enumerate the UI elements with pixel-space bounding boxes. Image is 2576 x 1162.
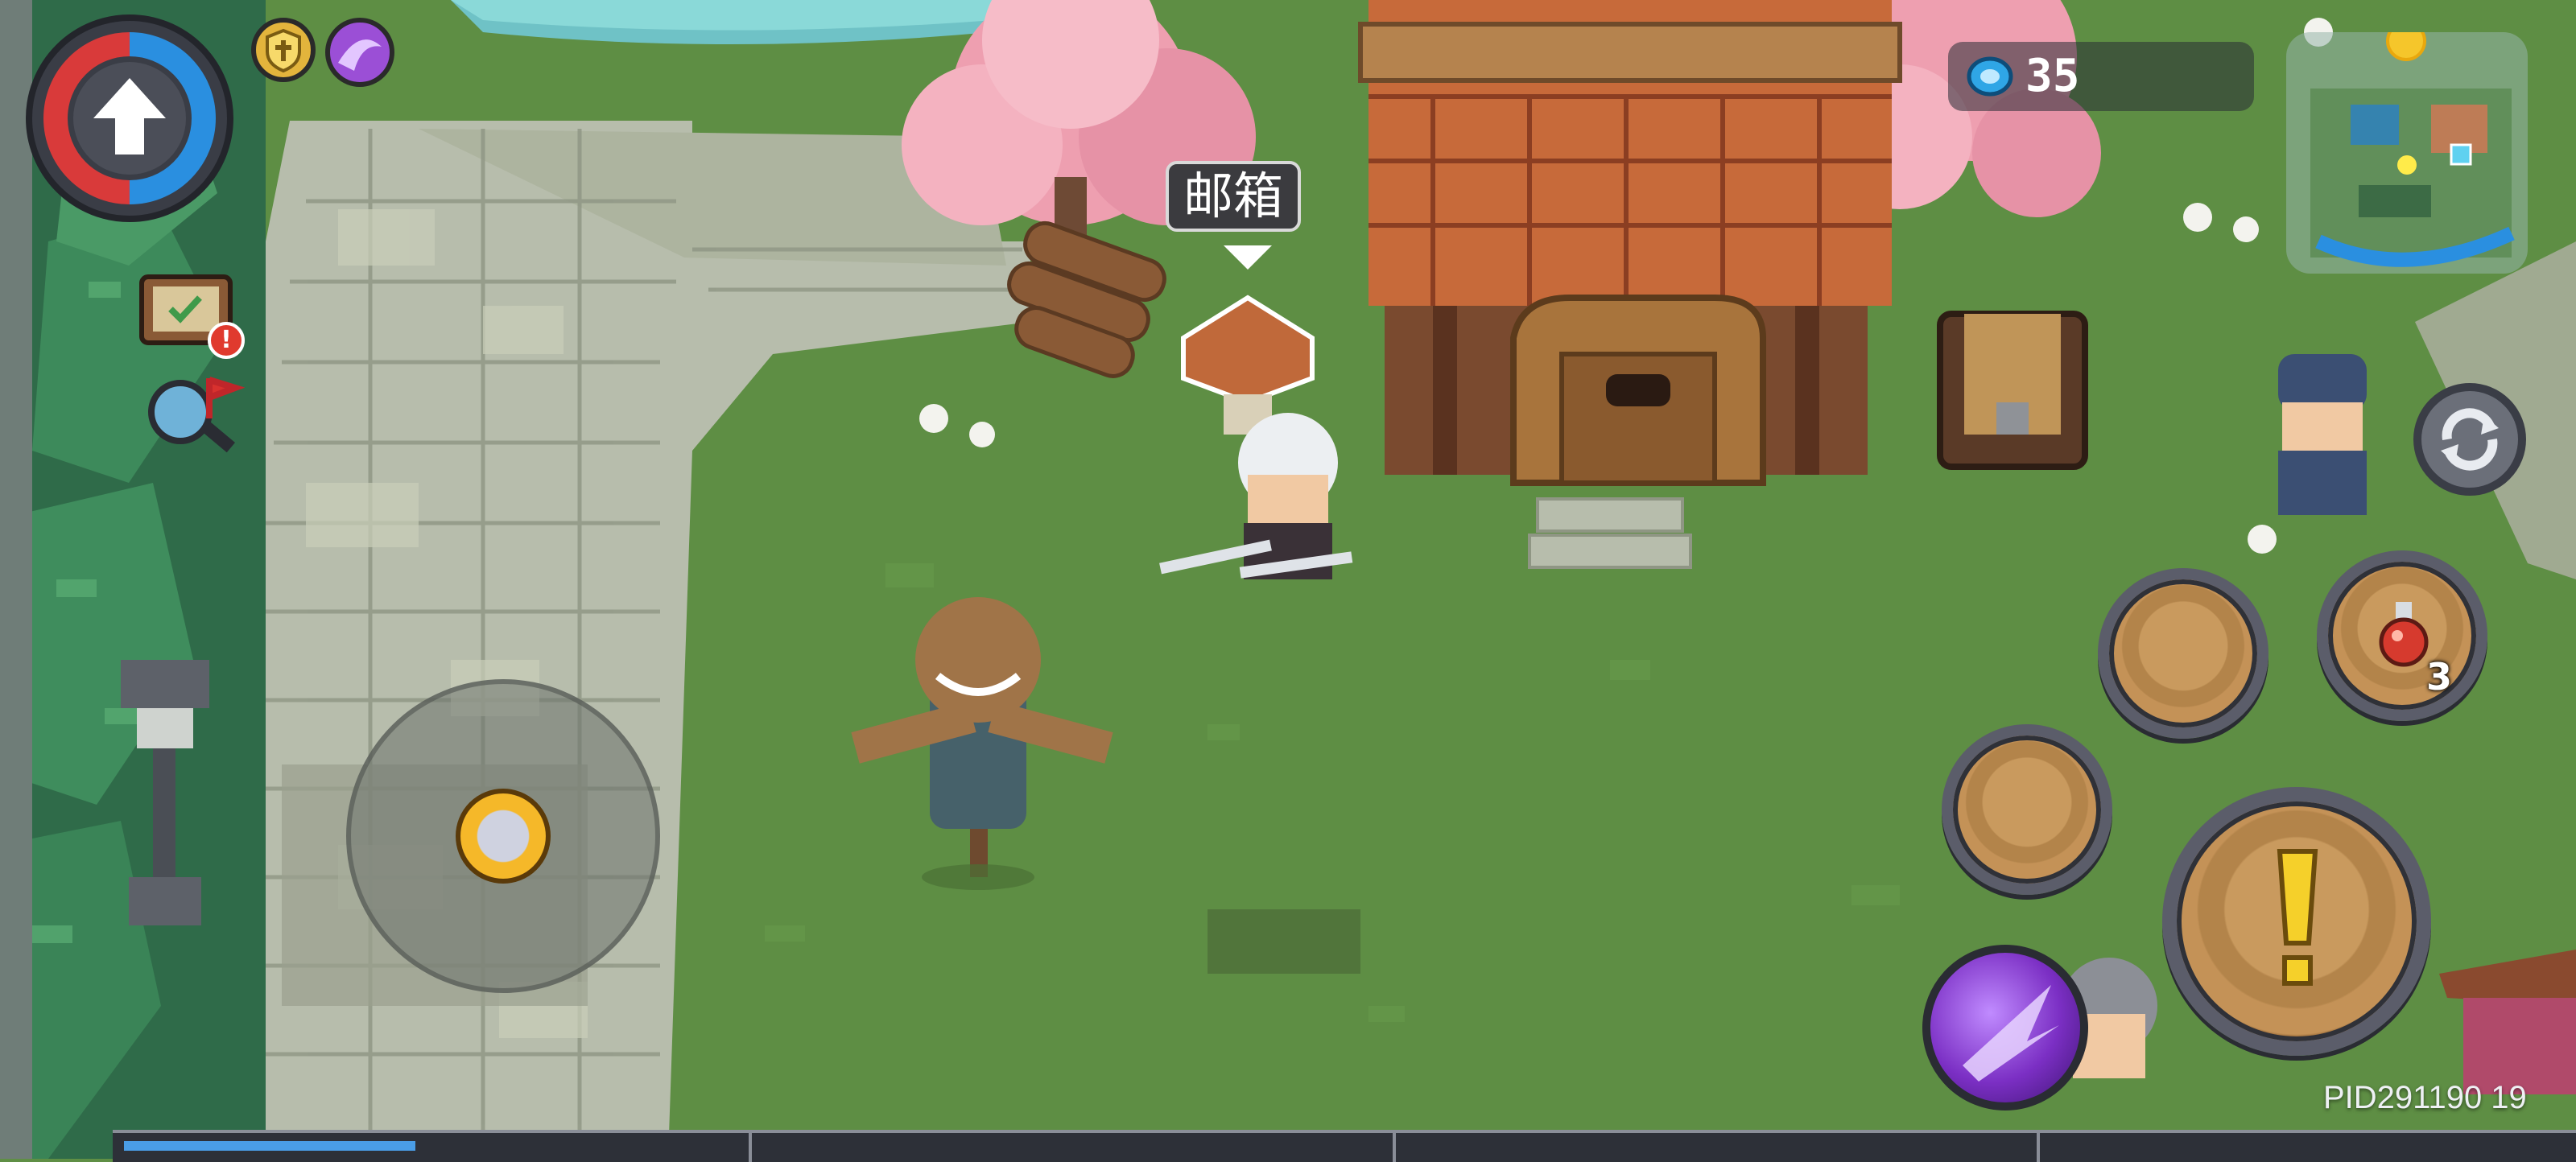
bar-separator <box>2037 1133 2040 1162</box>
magnifier-flag-icon <box>148 377 246 453</box>
quest-alert-badge-icon: ! <box>208 322 245 359</box>
refresh-icon <box>2441 408 2499 471</box>
joystick-thumb[interactable] <box>456 789 551 884</box>
exclamation-icon <box>2277 849 2318 986</box>
shield-buff-icon <box>251 18 316 82</box>
switch-target-button[interactable] <box>2413 383 2526 496</box>
purple-skill-buff-icon <box>325 18 394 87</box>
currency-display: 35 <box>1948 42 2254 111</box>
health-mana-ring[interactable] <box>26 14 233 222</box>
virtual-joystick[interactable] <box>346 679 660 993</box>
level-up-arrow-icon <box>93 78 166 155</box>
gem-icon <box>1967 56 2013 97</box>
purple-slash-skill-icon <box>1963 985 2059 1082</box>
bar-separator <box>1393 1133 1396 1162</box>
potion-button[interactable]: 3 <box>2317 550 2487 721</box>
quest-board-button[interactable]: ! <box>138 274 245 359</box>
potion-count: 3 <box>2426 655 2453 698</box>
player-id-text: PID291190 19 <box>2323 1080 2527 1115</box>
minimap-terrain <box>2310 89 2515 267</box>
mailbox-label: 邮箱 <box>1166 161 1301 232</box>
explore-search-button[interactable] <box>138 370 246 459</box>
skill-slot-2-button[interactable] <box>1942 724 2112 895</box>
bar-separator <box>749 1133 752 1162</box>
minimap[interactable] <box>2286 32 2528 274</box>
experience-bar <box>113 1130 2576 1162</box>
interact-action-button[interactable] <box>2162 787 2431 1056</box>
ultimate-skill-button[interactable] <box>1922 945 2088 1110</box>
skill-slot-1-button[interactable] <box>2098 568 2268 739</box>
experience-fill <box>124 1141 415 1151</box>
currency-amount: 35 <box>2025 50 2080 102</box>
